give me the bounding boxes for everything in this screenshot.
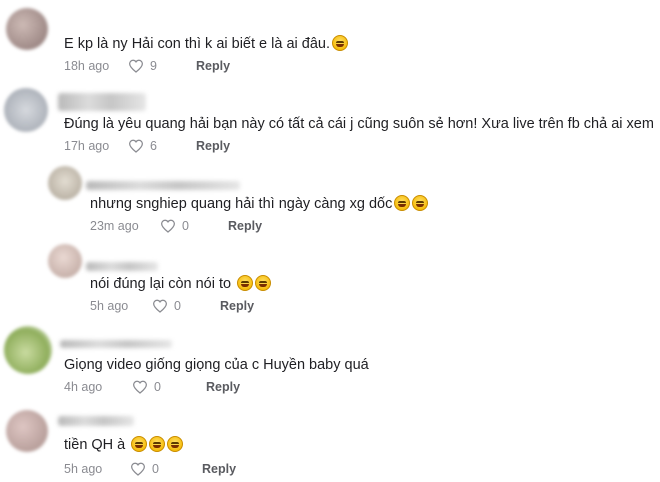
timestamp: 5h ago [90,299,129,313]
like-button[interactable]: 0 [152,299,200,313]
comment-item: tiền QH à 5h ago 0 Reply [0,400,660,480]
reply-button[interactable]: Reply [220,299,254,313]
grinning-sweat-emoji [131,436,148,452]
comment-item: Đúng là yêu quang hải bạn này có tất cả … [0,80,660,160]
username-blurred[interactable] [58,93,146,111]
like-button[interactable]: 0 [132,380,180,394]
timestamp: 23m ago [90,219,139,233]
heart-icon [130,462,146,476]
comment-meta: 18h ago 9 Reply [64,59,230,73]
grinning-sweat-emoji [237,275,254,291]
reply-button[interactable]: Reply [228,219,262,233]
like-count: 0 [182,219,189,233]
like-button[interactable]: 0 [130,462,178,476]
reply-button[interactable]: Reply [196,139,230,153]
like-count: 0 [154,380,161,394]
heart-icon [128,59,144,73]
reply-button[interactable]: Reply [202,462,236,476]
heart-icon [128,139,144,153]
like-button[interactable]: 9 [128,59,176,73]
comment-meta: 5h ago 0 Reply [64,462,236,476]
grinning-sweat-emoji [167,436,184,452]
like-count: 0 [152,462,159,476]
avatar[interactable] [48,166,82,200]
timestamp: 5h ago [64,462,103,476]
like-count: 9 [150,59,157,73]
username-blurred[interactable] [60,340,172,348]
like-count: 6 [150,139,157,153]
comment-text: Giọng video giống giọng của c Huyền baby… [64,357,369,373]
grinning-sweat-emoji [331,35,348,51]
like-count: 0 [174,299,181,313]
avatar[interactable] [48,244,82,278]
reply-item: nói đúng lại còn nói to 5h ago 0 Reply [0,240,660,320]
heart-icon [160,219,176,233]
like-button[interactable]: 0 [160,219,208,233]
heart-icon [152,299,168,313]
username-blurred[interactable] [86,262,158,271]
username-blurred[interactable] [86,181,240,190]
comment-meta: 23m ago 0 Reply [90,219,262,233]
timestamp: 17h ago [64,139,110,153]
like-button[interactable]: 6 [128,139,176,153]
comment-text: nhưng snghiep quang hải thì ngày càng xg… [90,194,429,214]
timestamp: 18h ago [64,59,110,73]
reply-button[interactable]: Reply [206,380,240,394]
comment-meta: 5h ago 0 Reply [90,299,254,313]
comment-text: nói đúng lại còn nói to [90,274,272,294]
username-blurred[interactable] [58,416,134,426]
comment-item: E kp là ny Hải con thì k ai biết e là ai… [0,0,660,80]
grinning-sweat-emoji [412,195,429,211]
comment-text: Đúng là yêu quang hải bạn này có tất cả … [64,114,660,134]
comment-item: Giọng video giống giọng của c Huyền baby… [0,320,660,400]
comment-meta: 4h ago 0 Reply [64,380,240,394]
avatar[interactable] [4,88,48,132]
comment-meta: 17h ago 6 Reply [64,139,230,153]
avatar[interactable] [4,326,52,374]
comment-text: E kp là ny Hải con thì k ai biết e là ai… [64,34,348,54]
timestamp: 4h ago [64,380,103,394]
reply-item: nhưng snghiep quang hải thì ngày càng xg… [0,160,660,240]
heart-icon [132,380,148,394]
avatar[interactable] [6,410,48,452]
avatar[interactable] [6,8,48,50]
grinning-sweat-emoji [149,436,166,452]
grinning-sweat-emoji [394,195,411,211]
reply-button[interactable]: Reply [196,59,230,73]
comment-text: tiền QH à [64,435,184,455]
grinning-sweat-emoji [255,275,272,291]
